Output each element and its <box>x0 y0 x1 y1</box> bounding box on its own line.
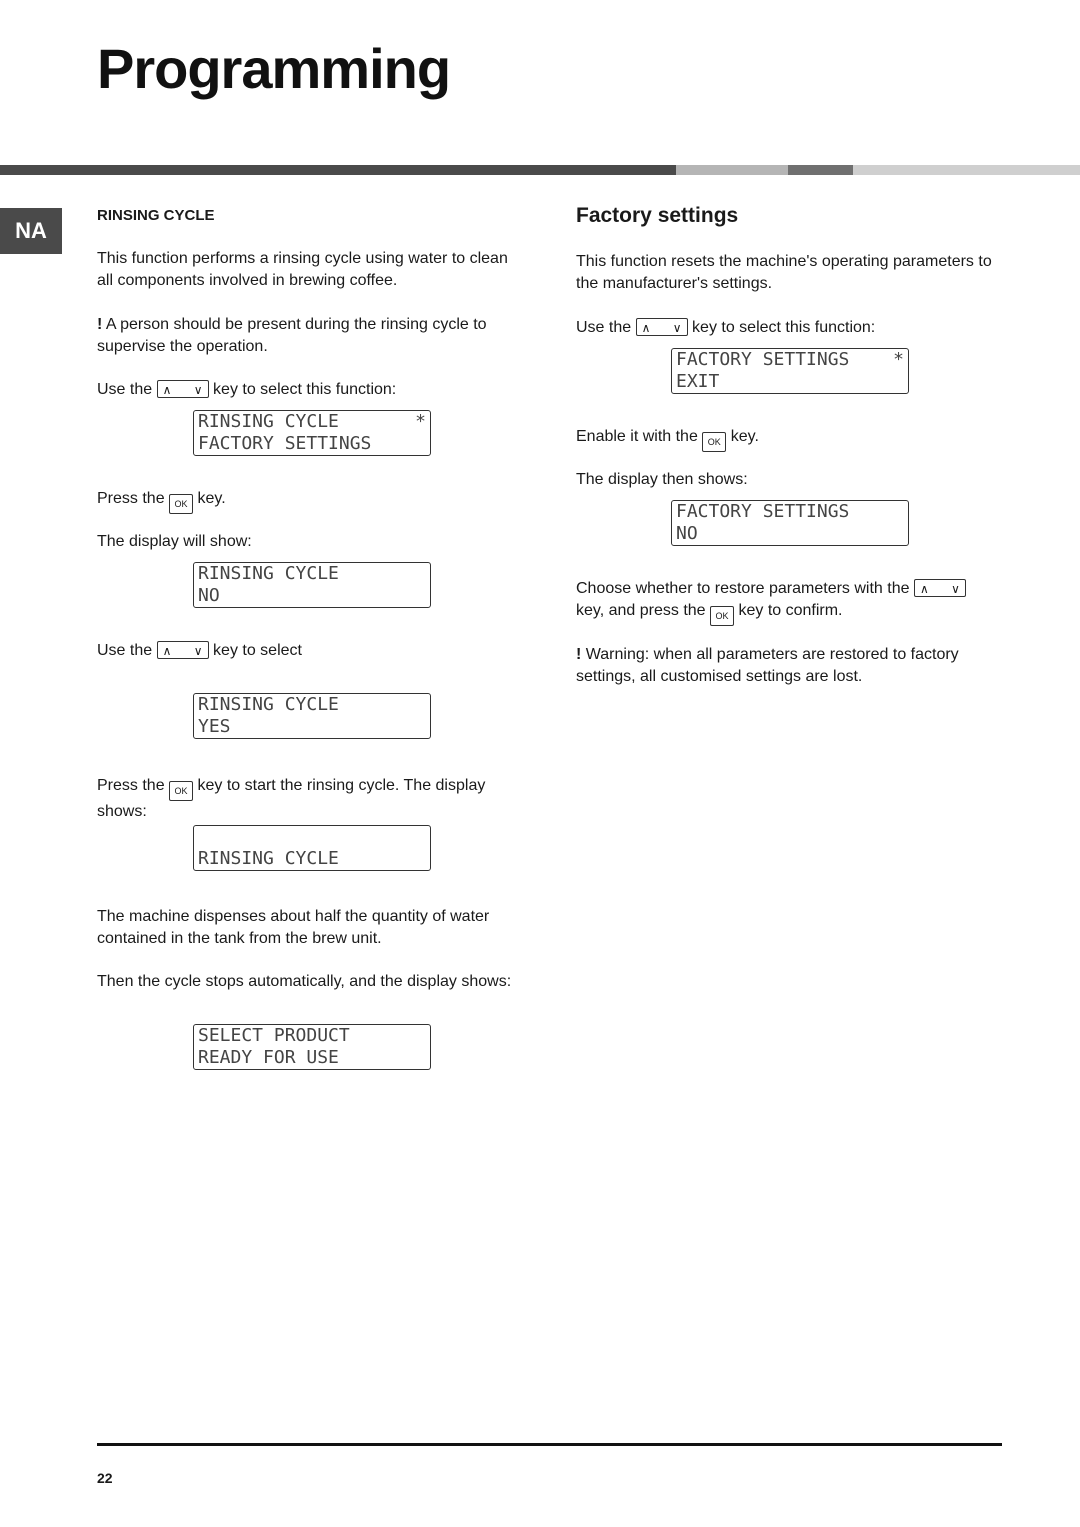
lcd-display: FACTORY SETTINGS NO <box>671 500 909 546</box>
ok-key-icon: OK <box>169 494 194 514</box>
lcd-line-2: NO <box>198 585 220 606</box>
factory-warning: ! Warning: when all parameters are resto… <box>576 644 1006 688</box>
page-title: Programming <box>97 37 451 100</box>
arrow-keys: ∧ ∨ <box>156 641 209 659</box>
up-arrow-icon: ∧ <box>162 383 172 397</box>
footer-rule <box>97 1443 1002 1446</box>
ok-key-icon: OK <box>169 781 194 801</box>
arrow-keys: ∧ ∨ <box>913 579 966 597</box>
instruction-select: Use the ∧ ∨ key to select this function: <box>97 379 527 401</box>
lcd-line-1: RINSING CYCLE <box>198 694 339 715</box>
up-arrow-icon: ∧ <box>641 321 651 335</box>
instruction-choose: Choose whether to restore parameters wit… <box>576 578 1006 626</box>
rinsing-warning: ! A person should be present during the … <box>97 314 527 358</box>
arrow-keys: ∧ ∨ <box>635 318 688 336</box>
up-arrow-icon: ∧ <box>162 644 172 658</box>
lcd-line-1: SELECT PRODUCT <box>198 1025 350 1046</box>
instruction-text: key to select <box>213 642 302 659</box>
instruction-text: key to start the rinsing cycle. The disp… <box>197 777 486 794</box>
factory-intro: This function resets the machine's opera… <box>576 253 992 292</box>
lcd-line-2: RINSING CYCLE <box>198 848 339 869</box>
instruction-text: key to select this function: <box>692 319 876 336</box>
display-then-shows: The display then shows: <box>576 471 748 488</box>
instruction-text: Press the <box>97 490 165 507</box>
language-tab: NA <box>0 208 62 254</box>
lcd-text: FACTORY SETTINGS <box>676 349 850 370</box>
warning-text: A person should be present during the ri… <box>97 316 487 355</box>
instruction-enable: Enable it with the OK key. <box>576 426 1006 452</box>
lcd-display: SELECT PRODUCT READY FOR USE <box>193 1024 431 1070</box>
header-band-pale <box>853 165 1080 175</box>
down-arrow-icon: ∨ <box>193 383 203 397</box>
instruction-text: Enable it with the <box>576 428 698 445</box>
instruction-text: key to select this function: <box>213 381 397 398</box>
instruction-text: Use the <box>97 381 153 398</box>
page-number: 22 <box>97 1470 113 1486</box>
instruction-text: key. <box>197 490 226 507</box>
instruction-select-yes: Use the ∧ ∨ key to select <box>97 640 527 662</box>
instruction-text: Use the <box>97 642 153 659</box>
lcd-line-2: EXIT <box>676 371 720 392</box>
instruction-text: Press the <box>97 777 165 794</box>
instruction-select: Use the ∧ ∨ key to select this function: <box>576 317 1006 339</box>
lcd-line-1: FACTORY SETTINGS * <box>676 349 904 371</box>
lcd-line-1: RINSING CYCLE * <box>198 411 426 433</box>
stops-text: Then the cycle stops automatically, and … <box>97 973 512 990</box>
lcd-display: FACTORY SETTINGS * EXIT <box>671 348 909 394</box>
down-arrow-icon: ∨ <box>672 321 682 335</box>
selection-star-icon: * <box>893 349 904 370</box>
instruction-press-ok: Press the OK key. <box>97 488 527 514</box>
selection-star-icon: * <box>415 411 426 432</box>
ok-key-icon: OK <box>710 606 735 626</box>
lcd-display: RINSING CYCLE <box>193 825 431 871</box>
lcd-text: RINSING CYCLE <box>198 411 339 432</box>
up-arrow-icon: ∧ <box>919 582 929 596</box>
header-band-dark <box>0 165 676 175</box>
lcd-display: RINSING CYCLE NO <box>193 562 431 608</box>
instruction-text: Use the <box>576 319 632 336</box>
lcd-line-2: NO <box>676 523 698 544</box>
down-arrow-icon: ∨ <box>193 644 203 658</box>
warning-text: Warning: when all parameters are restore… <box>576 646 959 685</box>
header-band-light <box>676 165 788 175</box>
instruction-text: shows: <box>97 803 147 820</box>
display-will-show: The display will show: <box>97 533 252 550</box>
instruction-text: key to confirm. <box>738 602 843 619</box>
instruction-text: Choose whether to restore parameters wit… <box>576 580 910 597</box>
header-band-mid <box>788 165 853 175</box>
rinsing-heading: RINSING CYCLE <box>97 207 215 224</box>
lcd-line-1: FACTORY SETTINGS <box>676 501 850 522</box>
lcd-display: RINSING CYCLE * FACTORY SETTINGS <box>193 410 431 456</box>
factory-heading: Factory settings <box>576 204 739 227</box>
lcd-line-2: READY FOR USE <box>198 1047 339 1068</box>
lcd-line-2: FACTORY SETTINGS <box>198 433 372 454</box>
instruction-text: key. <box>730 428 759 445</box>
arrow-keys: ∧ ∨ <box>156 380 209 398</box>
lcd-line-1 <box>198 826 426 848</box>
instruction-start: Press the OK key to start the rinsing cy… <box>97 775 527 823</box>
lcd-line-2: YES <box>198 716 231 737</box>
ok-key-icon: OK <box>702 432 727 452</box>
instruction-text: key, and press the <box>576 602 706 619</box>
lcd-display: RINSING CYCLE YES <box>193 693 431 739</box>
lcd-line-1: RINSING CYCLE <box>198 563 339 584</box>
down-arrow-icon: ∨ <box>951 582 960 596</box>
dispense-text: The machine dispenses about half the qua… <box>97 908 490 947</box>
rinsing-intro: This function performs a rinsing cycle u… <box>97 250 508 289</box>
